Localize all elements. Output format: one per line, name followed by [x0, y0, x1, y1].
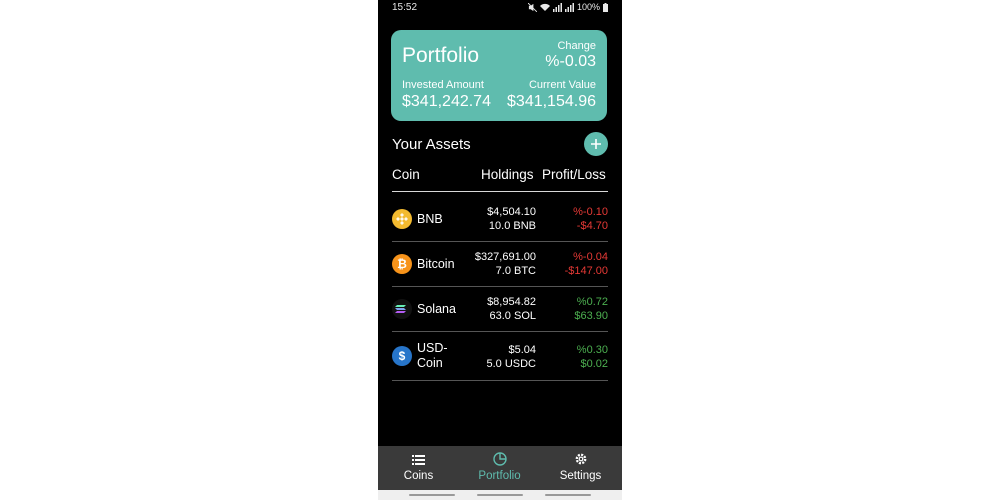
gesture-handle	[545, 494, 591, 496]
profit-loss-amount: $63.90	[574, 310, 608, 322]
nav-label-settings: Settings	[559, 470, 602, 482]
mute-icon	[527, 2, 537, 12]
profit-loss-percent: %0.30	[576, 344, 608, 356]
battery-percent: 100%	[576, 2, 600, 12]
coin-name: BNB	[417, 212, 443, 226]
usd-coin-icon: $	[392, 346, 412, 366]
asset-row-bnb[interactable]: BNB $4,504.10 10.0 BNB %-0.10 -$4.70	[392, 197, 608, 242]
portfolio-summary-card: Portfolio Change %-0.03 Invested Amount …	[391, 30, 607, 121]
coin-name-line-2: Coin	[417, 356, 443, 370]
current-value-value: $341,154.96	[507, 93, 596, 110]
pie-chart-icon	[459, 452, 540, 469]
solana-icon	[392, 299, 412, 319]
signal-icon	[564, 2, 574, 12]
asset-row-solana[interactable]: Solana $8,954.82 63.0 SOL %0.72 $63.90	[392, 287, 608, 332]
coin-name: Bitcoin	[417, 257, 455, 271]
holding-amount: 7.0 BTC	[495, 265, 536, 277]
column-header-holdings: Holdings	[481, 167, 534, 182]
holding-value: $8,954.82	[487, 296, 536, 308]
coin-name: Solana	[417, 302, 456, 316]
holding-value: $327,691.00	[474, 251, 536, 263]
battery-icon	[603, 2, 608, 12]
holding-value: $5.04	[508, 344, 536, 356]
status-icons: 100%	[527, 2, 608, 12]
change-value: %-0.03	[545, 53, 596, 70]
profit-loss-percent: %-0.10	[573, 206, 608, 218]
header-divider	[392, 191, 608, 192]
add-asset-button[interactable]	[584, 132, 608, 156]
nav-coins[interactable]: Coins	[378, 446, 459, 490]
holding-value: $4,504.10	[487, 206, 536, 218]
bnb-icon	[392, 209, 412, 229]
bitcoin-icon: ₿	[392, 254, 412, 274]
asset-row-usd-coin[interactable]: $ USD- Coin $5.04 5.0 USDC %0.30 $0.02	[392, 332, 608, 381]
change-label: Change	[557, 40, 596, 52]
column-header-profit-loss: Profit/Loss	[542, 167, 606, 182]
profit-loss-percent: %0.72	[576, 296, 608, 308]
gesture-handle	[477, 494, 523, 496]
profit-loss-amount: -$147.00	[564, 265, 608, 277]
holding-amount: 10.0 BNB	[488, 220, 536, 232]
holding-amount: 5.0 USDC	[486, 358, 536, 370]
row-divider	[392, 380, 608, 381]
your-assets-heading: Your Assets	[392, 136, 471, 153]
coin-name: USD-	[417, 341, 448, 355]
profit-loss-percent: %-0.04	[573, 251, 608, 263]
gesture-handle	[409, 494, 455, 496]
status-time: 15:52	[392, 2, 418, 13]
invested-amount-value: $341,242.74	[402, 93, 491, 110]
gear-icon	[540, 452, 621, 469]
list-icon	[378, 452, 459, 468]
signal-icon	[552, 2, 562, 12]
invested-amount-label: Invested Amount	[402, 79, 484, 91]
holding-amount: 63.0 SOL	[489, 310, 536, 322]
nav-portfolio[interactable]: Portfolio	[459, 446, 540, 490]
current-value-label: Current Value	[528, 79, 596, 91]
asset-row-bitcoin[interactable]: ₿ Bitcoin $327,691.00 7.0 BTC %-0.04 -$1…	[392, 242, 608, 287]
plus-icon	[591, 139, 601, 149]
profit-loss-amount: -$4.70	[576, 220, 608, 232]
bottom-navigation: Coins Portfolio Settings	[378, 446, 622, 490]
app-screen: 15:52 100% Portfolio Change %-0.03 Inves…	[378, 0, 622, 500]
portfolio-title: Portfolio	[402, 44, 480, 67]
wifi-icon	[539, 3, 550, 11]
nav-settings[interactable]: Settings	[540, 446, 621, 490]
nav-label-portfolio: Portfolio	[478, 470, 521, 482]
profit-loss-amount: $0.02	[580, 358, 608, 370]
status-bar: 15:52 100%	[378, 0, 622, 16]
system-gesture-bar	[378, 490, 622, 500]
nav-label-coins: Coins	[403, 470, 434, 482]
column-header-coin: Coin	[392, 167, 420, 182]
